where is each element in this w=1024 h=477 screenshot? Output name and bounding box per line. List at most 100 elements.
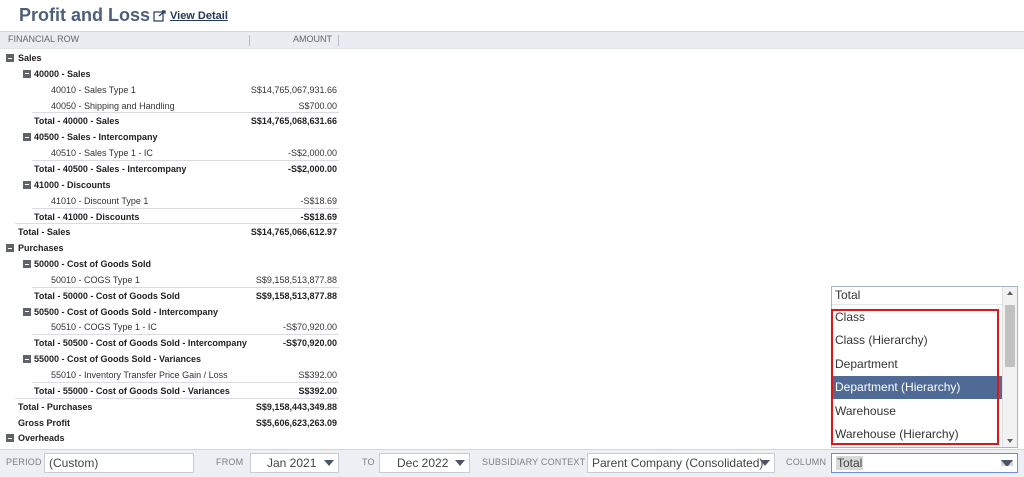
chevron-down-icon bbox=[324, 460, 334, 466]
dropdown-scrollbar[interactable] bbox=[1002, 287, 1017, 447]
collapse-toggle-icon[interactable] bbox=[23, 180, 31, 189]
collapse-toggle-icon[interactable] bbox=[6, 54, 14, 62]
row-label: 40010 - Sales Type 1 bbox=[51, 84, 136, 95]
row-label: Total - Sales bbox=[18, 227, 71, 238]
total-row: Total - 50500 - Cost of Goods Sold - Int… bbox=[0, 334, 345, 351]
table-row: 41010 - Discount Type 1 -S$18.69 bbox=[0, 193, 345, 209]
collapse-toggle-icon[interactable] bbox=[6, 244, 14, 253]
from-value: Jan 2021 bbox=[267, 456, 317, 470]
from-select[interactable]: Jan 2021 bbox=[250, 453, 339, 473]
table-row: Purchases bbox=[0, 240, 345, 256]
table-row: Overheads bbox=[0, 430, 345, 446]
total-row: Total - 41000 - Discounts -S$18.69 bbox=[0, 207, 345, 225]
total-row: Total - Sales S$14,765,066,612.97 bbox=[0, 223, 345, 240]
row-label: 40510 - Sales Type 1 - IC bbox=[51, 148, 153, 159]
table-header: FINANCIAL ROW AMOUNT bbox=[0, 31, 1024, 49]
row-label: 50500 - Cost of Goods Sold - Intercompan… bbox=[34, 306, 219, 317]
table-row: 50500 - Cost of Goods Sold - Intercompan… bbox=[0, 304, 345, 320]
page-header: Profit and Loss View Detail bbox=[0, 0, 1024, 30]
row-label: 40500 - Sales - Intercompany bbox=[34, 132, 158, 143]
row-label: Total - Purchases bbox=[18, 401, 93, 412]
row-amount: S$392.00 bbox=[298, 385, 337, 396]
row-label: Total - 40500 - Sales - Intercompany bbox=[34, 163, 187, 174]
chevron-down-icon bbox=[760, 460, 770, 466]
collapse-toggle-icon[interactable] bbox=[23, 69, 31, 78]
column-header-financial-row[interactable]: FINANCIAL ROW bbox=[8, 34, 79, 44]
row-amount: S$14,765,067,931.66 bbox=[250, 84, 337, 95]
row-label: Total - 41000 - Discounts bbox=[34, 211, 140, 222]
subsidiary-context-select[interactable]: Parent Company (Consolidated) bbox=[587, 453, 775, 473]
dropdown-option[interactable]: Department (Hierarchy) bbox=[832, 376, 1002, 400]
row-amount: -S$2,000.00 bbox=[287, 163, 337, 174]
table-row: 55010 - Inventory Transfer Price Gain / … bbox=[0, 367, 345, 383]
view-detail-label[interactable]: View Detail bbox=[170, 10, 228, 22]
row-label: 55000 - Cost of Goods Sold - Variances bbox=[34, 354, 202, 365]
collapse-toggle-icon[interactable] bbox=[23, 355, 31, 364]
row-label: Gross Profit bbox=[18, 417, 71, 428]
table-row: 40500 - Sales - Intercompany bbox=[0, 129, 345, 145]
table-row: Gross Profit S$5,606,623,263.09 bbox=[0, 415, 345, 431]
column-dropdown-list[interactable]: Total Class Class (Hierarchy) Department De… bbox=[831, 286, 1018, 448]
table-row: 41000 - Discounts bbox=[0, 177, 345, 193]
row-amount: -S$70,920.00 bbox=[282, 322, 337, 333]
from-label: FROM bbox=[216, 457, 244, 467]
subsidiary-context-label: SUBSIDIARY CONTEXT bbox=[482, 457, 586, 467]
row-label: Sales bbox=[18, 53, 42, 63]
row-amount: -S$18.69 bbox=[300, 195, 337, 206]
row-label: Total - 50000 - Cost of Goods Sold bbox=[34, 290, 180, 301]
collapse-toggle-icon[interactable] bbox=[6, 434, 14, 443]
column-header-amount[interactable]: AMOUNT bbox=[293, 34, 332, 44]
row-label: 50510 - COGS Type 1 - IC bbox=[51, 322, 157, 333]
row-label: Total - 50500 - Cost of Goods Sold - Int… bbox=[34, 338, 247, 349]
dropdown-option[interactable]: Warehouse (Hierarchy) bbox=[832, 423, 1002, 446]
row-amount: S$392.00 bbox=[298, 370, 337, 380]
row-amount: S$9,158,443,349.88 bbox=[255, 401, 337, 412]
subsidiary-context-value: Parent Company (Consolidated) bbox=[592, 456, 764, 470]
dropdown-option[interactable]: Class (Hierarchy) bbox=[832, 329, 1002, 352]
row-amount: S$5,606,623,263.09 bbox=[255, 417, 337, 428]
table-row: 50510 - COGS Type 1 - IC -S$70,920.00 bbox=[0, 319, 345, 335]
to-label: TO bbox=[362, 457, 375, 467]
dropdown-option[interactable]: Warehouse bbox=[832, 400, 1002, 423]
row-amount: -S$18.69 bbox=[300, 211, 337, 222]
total-row: Total - 40500 - Sales - Intercompany -S$2… bbox=[0, 159, 345, 177]
scrollbar-thumb[interactable] bbox=[1005, 305, 1015, 367]
row-label: 55010 - Inventory Transfer Price Gain / … bbox=[51, 370, 228, 380]
row-label: Purchases bbox=[18, 243, 64, 254]
collapse-toggle-icon[interactable] bbox=[23, 260, 31, 269]
table-row: 40050 - Shipping and Handling S$700.00 bbox=[0, 98, 345, 114]
period-field[interactable]: (Custom) bbox=[44, 453, 194, 473]
row-label: Total - 55000 - Cost of Goods Sold - Var… bbox=[34, 385, 230, 396]
row-label: 41010 - Discount Type 1 bbox=[51, 195, 149, 206]
collapse-toggle-icon[interactable] bbox=[23, 307, 31, 316]
dropdown-current-value[interactable]: Total bbox=[832, 287, 1002, 305]
table-row: 55000 - Cost of Goods Sold - Variances bbox=[0, 351, 345, 367]
period-label: PERIOD bbox=[6, 457, 42, 467]
row-amount: S$14,765,068,631.66 bbox=[250, 116, 337, 127]
scroll-up-arrow-icon[interactable] bbox=[1007, 291, 1013, 295]
to-value: Dec 2022 bbox=[397, 456, 449, 470]
report-footer: PERIOD (Custom) FROM Jan 2021 TO Dec 202… bbox=[0, 449, 1024, 477]
row-label: 40050 - Shipping and Handling bbox=[51, 100, 175, 111]
chevron-down-icon bbox=[455, 460, 465, 466]
total-row: Total - Purchases S$9,158,443,349.88 bbox=[0, 397, 345, 415]
dropdown-option[interactable]: Department bbox=[832, 353, 1002, 376]
collapse-toggle-icon[interactable] bbox=[23, 133, 31, 142]
page-title: Profit and Loss bbox=[19, 5, 151, 25]
row-amount: S$14,765,066,612.97 bbox=[250, 227, 337, 238]
dropdown-option[interactable]: Class bbox=[832, 306, 1002, 329]
table-row: 50000 - Cost of Goods Sold bbox=[0, 256, 345, 272]
export-icon bbox=[153, 10, 166, 22]
row-amount: -S$70,920.00 bbox=[282, 338, 337, 349]
total-row: Total - 55000 - Cost of Goods Sold - Var… bbox=[0, 381, 345, 399]
table-row: 40510 - Sales Type 1 - IC -S$2,000.00 bbox=[0, 145, 345, 161]
table-row: 40000 - Sales bbox=[0, 66, 345, 82]
table-row: 40010 - Sales Type 1 S$14,765,067,931.66 bbox=[0, 82, 345, 98]
column-select[interactable]: Total bbox=[831, 453, 1018, 473]
row-label: 50000 - Cost of Goods Sold bbox=[34, 259, 152, 270]
table-row: Sales bbox=[0, 50, 345, 66]
to-select[interactable]: Dec 2022 bbox=[379, 453, 470, 473]
scroll-down-arrow-icon[interactable] bbox=[1007, 439, 1013, 443]
view-detail-link[interactable]: View Detail bbox=[153, 10, 228, 22]
row-amount: -S$2,000.00 bbox=[287, 148, 337, 159]
